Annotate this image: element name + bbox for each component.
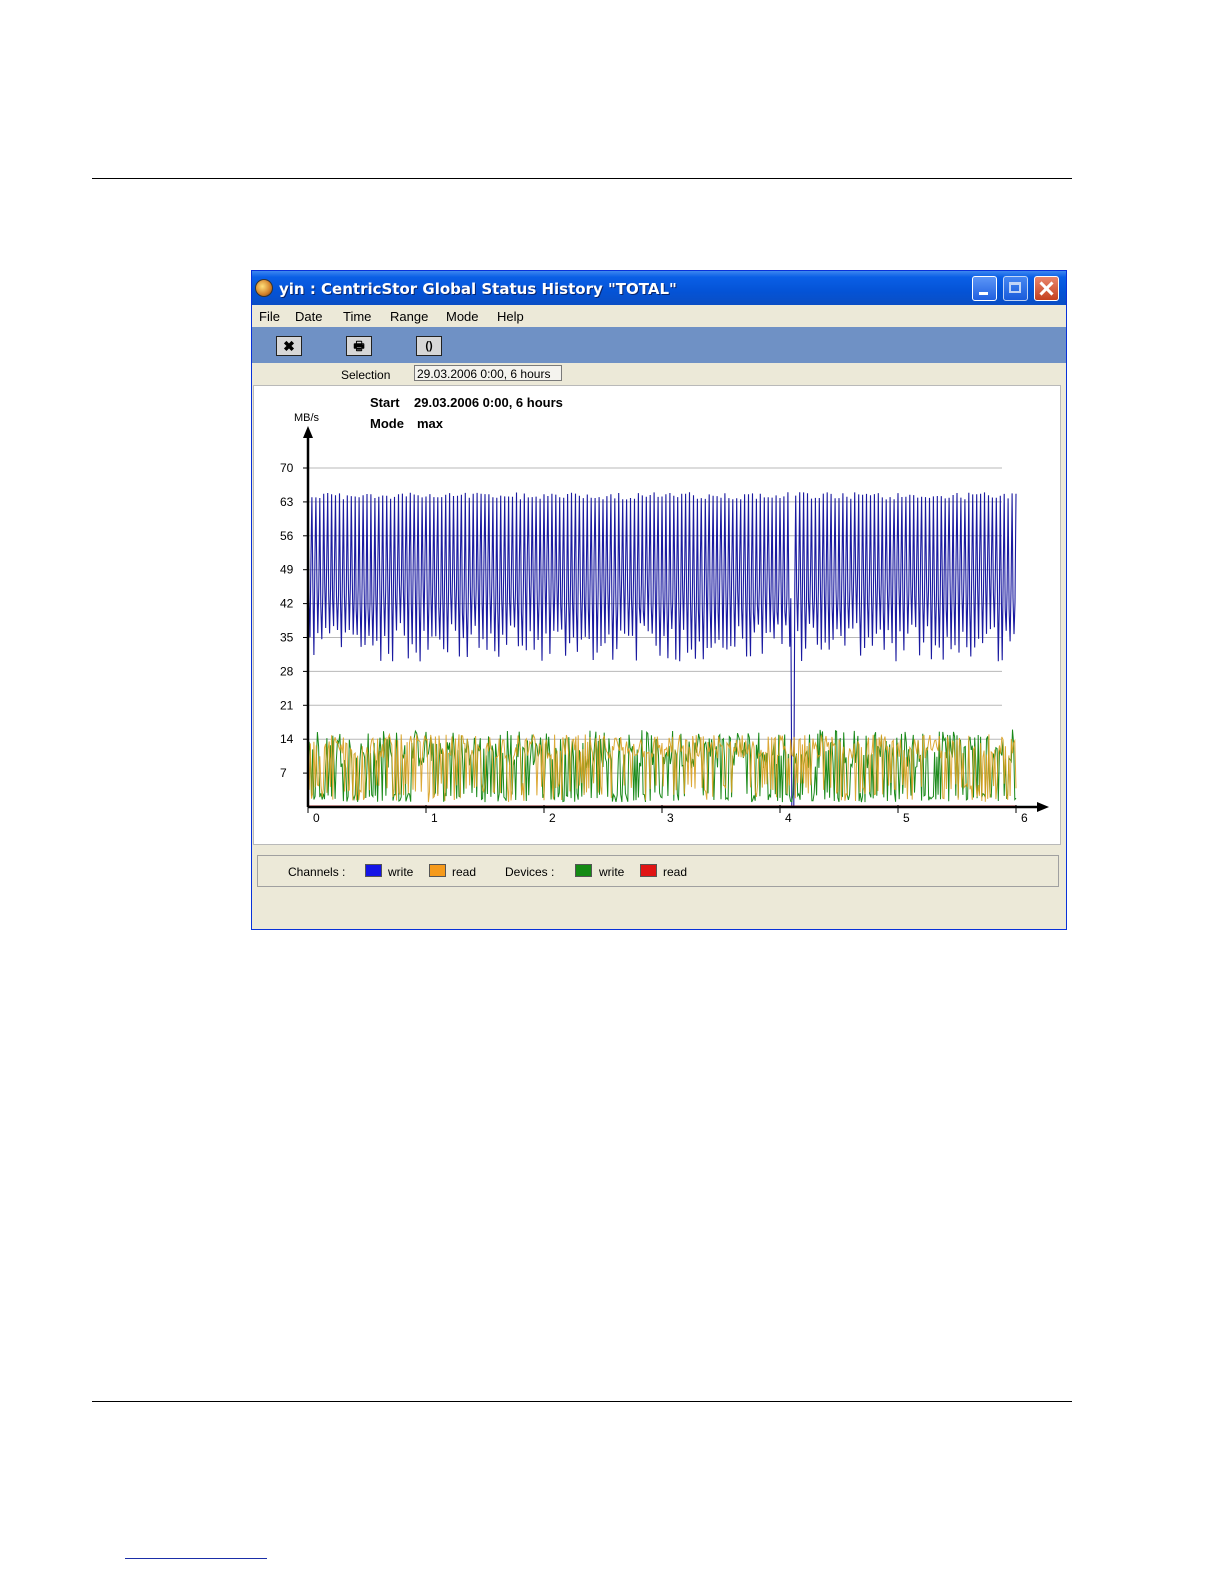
- y-tick-label: 14: [280, 732, 294, 746]
- x-tick-label: 3: [667, 811, 674, 825]
- devices-write-label: write: [599, 865, 625, 879]
- maximize-button[interactable]: [1003, 276, 1028, 301]
- x-tick-label: 0: [313, 811, 320, 825]
- menu-help[interactable]: Help: [497, 309, 524, 324]
- page-bottom-rule: [92, 1401, 1072, 1402]
- printer-icon: 🖶: [353, 339, 365, 353]
- x-axis-arrow: [1037, 802, 1049, 812]
- y-axis-label: MB/s: [294, 412, 320, 424]
- x-tick-label: 2: [549, 811, 556, 825]
- channels-write-label: write: [388, 865, 414, 879]
- devices-read-swatch: [640, 864, 657, 877]
- minimize-button[interactable]: [972, 276, 997, 301]
- legend-bar: Channels : write read Devices : write re…: [257, 855, 1059, 887]
- channels-read-label: read: [452, 865, 477, 879]
- toolbar: ✖ 🖶 (): [252, 327, 1066, 363]
- start-label: Start: [370, 395, 400, 410]
- y-tick-label: 21: [280, 698, 294, 712]
- selection-row: Selection 29.03.2006 0:00, 6 hours: [252, 363, 1066, 385]
- y-tick-label: 28: [280, 664, 294, 678]
- y-tick-label: 63: [280, 495, 294, 509]
- x-tick-label: 6: [1021, 811, 1028, 825]
- y-tick-label: 70: [280, 461, 294, 475]
- chart-panel: 7 14 21 28 35 42 49 56 63 70 0 1 2 3 4 5 6 Start 29.03.2…: [253, 385, 1061, 845]
- y-axis-arrow: [303, 426, 313, 438]
- y-tick-label: 7: [280, 766, 287, 780]
- y-tick-label: 35: [280, 631, 294, 645]
- x-tick-label: 5: [903, 811, 910, 825]
- mode-label: Mode: [370, 416, 404, 431]
- x-tick-label: 1: [431, 811, 438, 825]
- refresh-button[interactable]: (): [416, 336, 442, 356]
- selection-field[interactable]: 29.03.2006 0:00, 6 hours: [414, 365, 562, 381]
- menu-mode[interactable]: Mode: [446, 309, 479, 324]
- y-tick-label: 49: [280, 563, 294, 577]
- print-button[interactable]: 🖶: [346, 336, 372, 356]
- refresh-icon: (): [425, 340, 433, 352]
- selection-label: Selection: [341, 368, 391, 382]
- window-title: yin : CentricStor Global Status History …: [279, 280, 677, 298]
- menu-file[interactable]: File: [259, 309, 280, 324]
- y-tick-label: 42: [280, 597, 294, 611]
- channels-write-swatch: [365, 864, 382, 877]
- x-icon: ✖: [283, 338, 295, 354]
- devices-write-swatch: [575, 864, 592, 877]
- close-button[interactable]: [1034, 276, 1059, 301]
- start-value: 29.03.2006 0:00, 6 hours: [414, 395, 563, 410]
- channels-label: Channels :: [288, 865, 346, 879]
- status-history-window: yin : CentricStor Global Status History …: [251, 270, 1067, 930]
- menu-time[interactable]: Time: [343, 309, 371, 324]
- menu-bar: File Date Time Range Mode Help: [252, 305, 1066, 327]
- footer-link-underline[interactable]: [125, 1558, 267, 1559]
- devices-read-label: read: [663, 865, 688, 879]
- close-view-button[interactable]: ✖: [276, 336, 302, 356]
- channels-read-swatch: [429, 864, 446, 877]
- page-top-rule: [92, 178, 1072, 179]
- title-bar[interactable]: yin : CentricStor Global Status History …: [252, 271, 1066, 305]
- x-tick-label: 4: [785, 811, 792, 825]
- globe-app-icon[interactable]: [255, 279, 273, 297]
- menu-range[interactable]: Range: [390, 309, 428, 324]
- throughput-chart: 71421283542495663700 1 2 3 4 5 6 Start 29.03.2…: [280, 395, 1049, 825]
- menu-date[interactable]: Date: [295, 309, 322, 324]
- devices-label: Devices :: [505, 865, 555, 879]
- y-tick-label: 56: [280, 529, 294, 543]
- mode-value: max: [417, 416, 444, 431]
